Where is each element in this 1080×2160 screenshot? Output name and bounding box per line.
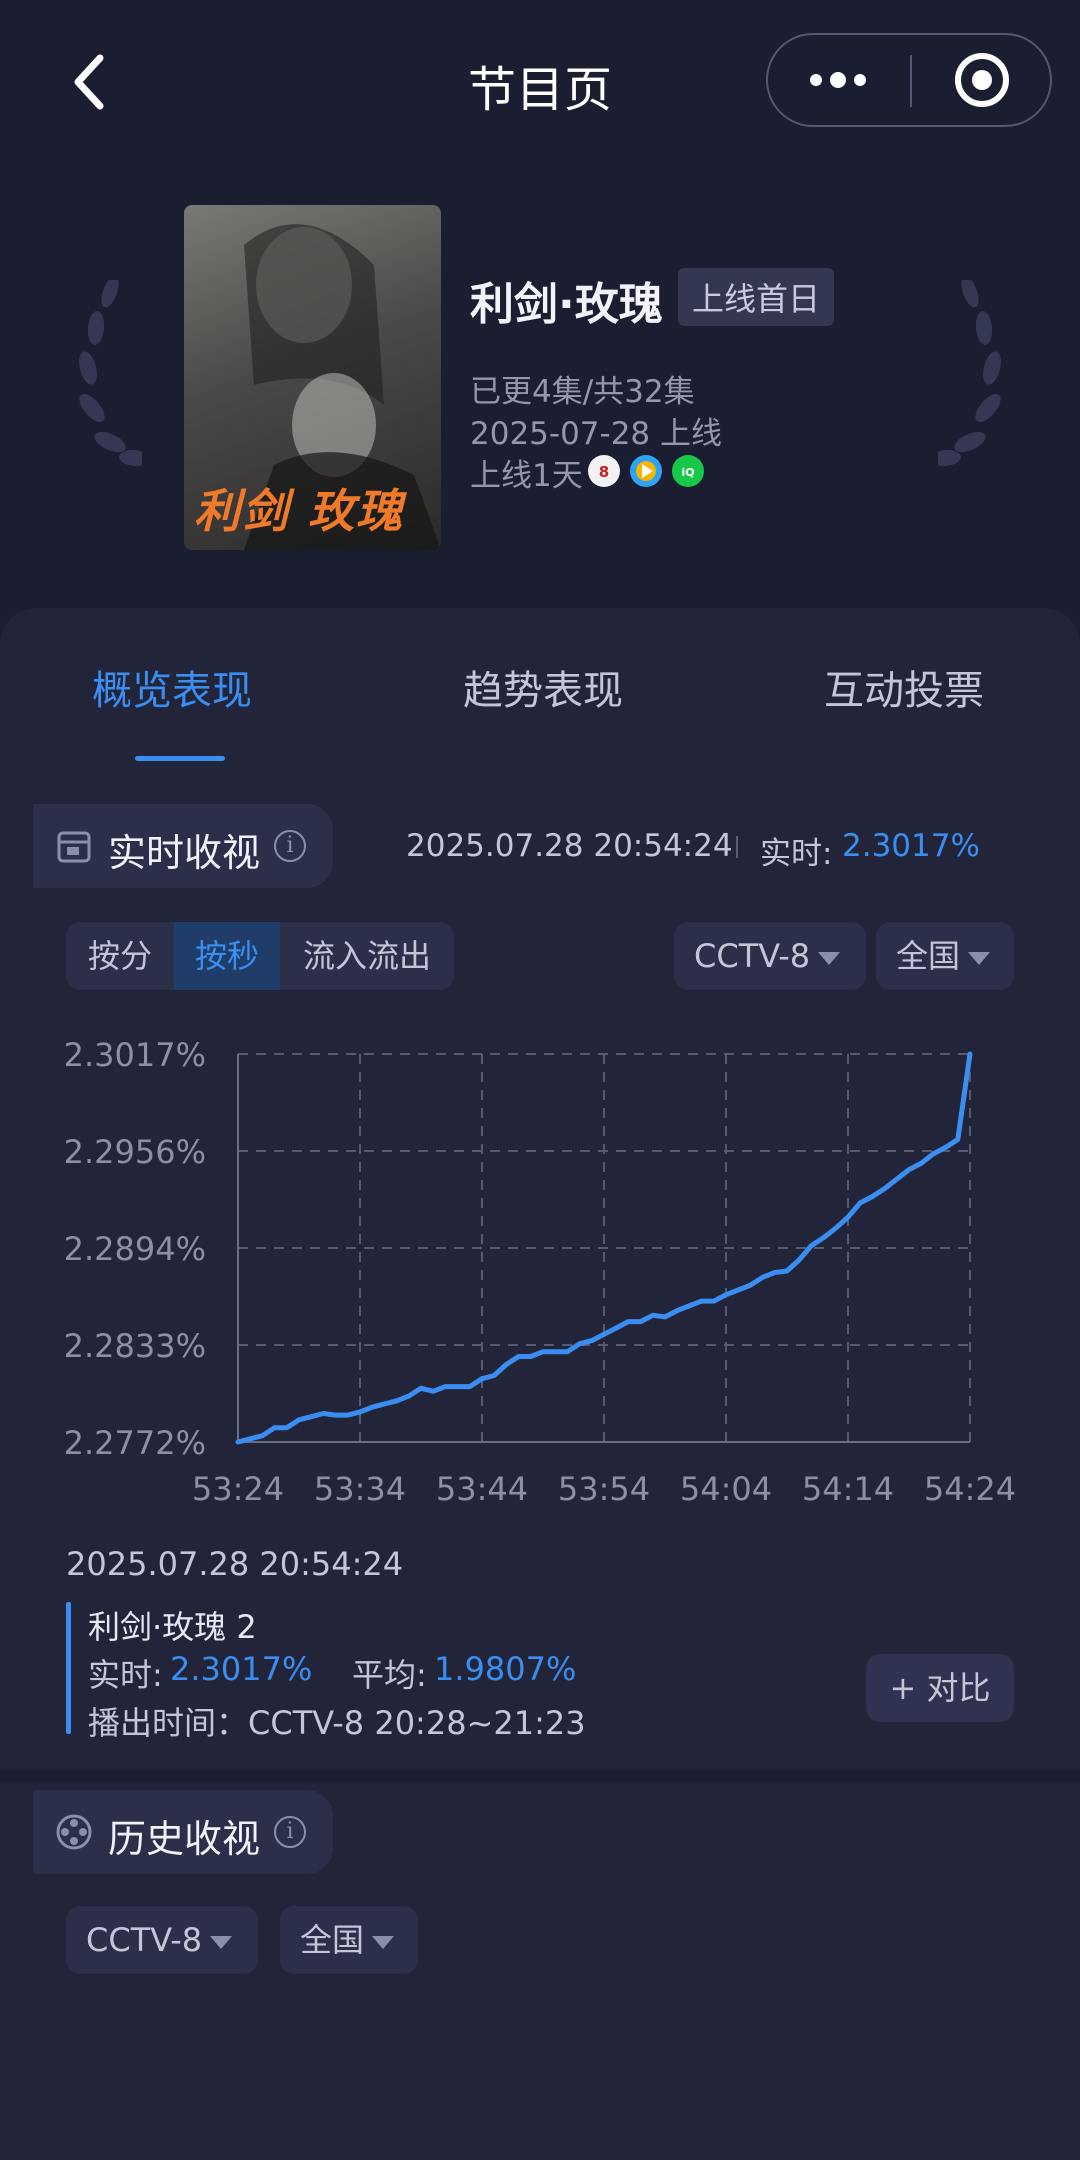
history-title: 历史收视 <box>108 1817 261 1861</box>
status-badge: 上线首日 <box>678 268 835 326</box>
episode-count: 已更4集/共32集 <box>470 374 695 410</box>
more-dots-icon <box>810 72 866 88</box>
online-days: 上线1天 <box>470 458 583 494</box>
x-tick-label: 53:44 <box>436 1470 528 1508</box>
caret-down-icon <box>968 951 991 965</box>
mini-program-capsule <box>766 33 1052 127</box>
target-close-icon <box>955 53 1009 107</box>
x-tick-label: 54:04 <box>680 1470 772 1508</box>
detail-avg-label: 平均: <box>352 1656 427 1694</box>
y-tick-label: 2.2833% <box>64 1327 206 1365</box>
segment-by-second[interactable]: 按秒 <box>174 922 280 990</box>
platform-logos: 8 iQ <box>588 454 718 490</box>
tab-overview[interactable]: 概览表现 <box>92 658 252 716</box>
history-channel-value: CCTV-8 <box>86 1921 203 1959</box>
y-tick-label: 2.2956% <box>64 1133 206 1171</box>
segment-flow[interactable]: 流入流出 <box>280 922 454 990</box>
series-name: 利剑·玫瑰 2 <box>88 1608 257 1646</box>
x-tick-label: 54:14 <box>802 1470 894 1508</box>
release-date: 2025-07-28 上线 <box>470 416 723 452</box>
history-region-dropdown[interactable]: 全国 <box>280 1906 418 1974</box>
show-poster[interactable]: 利剑 玫瑰 <box>184 205 441 550</box>
channel-dropdown[interactable]: CCTV-8 <box>674 922 866 990</box>
info-icon[interactable]: i <box>274 1816 306 1848</box>
realtime-value: 2.3017% <box>842 828 980 864</box>
film-reel-icon <box>56 1814 92 1850</box>
realtime-label: 实时: <box>760 836 833 872</box>
history-region-value: 全国 <box>300 1921 365 1959</box>
realtime-line-chart[interactable]: 2.3017% 2.2956% 2.2894% 2.2833% 2.2772% 53:24… <box>0 1010 1080 1510</box>
realtime-timestamp: 2025.07.28 20:54:24 <box>406 828 733 864</box>
show-title: 利剑·玫瑰 <box>470 279 663 330</box>
tab-trend[interactable]: 趋势表现 <box>463 658 623 716</box>
region-value: 全国 <box>896 937 961 975</box>
x-tick-label: 53:54 <box>558 1470 650 1508</box>
tencent-video-logo <box>630 455 662 487</box>
iqiyi-logo: iQ <box>672 455 704 487</box>
poster-title: 利剑 玫瑰 <box>194 484 405 538</box>
compare-button[interactable]: + 对比 <box>866 1654 1014 1722</box>
svg-text:8: 8 <box>599 463 609 481</box>
cctv8-logo: 8 <box>588 455 620 487</box>
detail-rt-value: 2.3017% <box>170 1650 313 1688</box>
close-button[interactable] <box>912 35 1052 125</box>
detail-avg-value: 1.9807% <box>434 1650 577 1688</box>
section-separator <box>0 1770 1080 1782</box>
y-tick-label: 2.2894% <box>64 1230 206 1268</box>
granularity-segmented-control: 按分 按秒 流入流出 <box>66 922 454 990</box>
calendar-icon <box>57 831 91 863</box>
channel-value: CCTV-8 <box>694 937 811 975</box>
laurel-left-icon <box>79 280 142 467</box>
more-button[interactable] <box>768 35 908 125</box>
y-tick-label: 2.3017% <box>64 1036 206 1074</box>
x-tick-label: 54:24 <box>924 1470 1016 1508</box>
series-color-bar <box>66 1602 71 1734</box>
info-icon[interactable]: i <box>274 830 306 862</box>
header-divider <box>736 836 738 858</box>
svg-text:iQ: iQ <box>681 466 694 479</box>
history-channel-dropdown[interactable]: CCTV-8 <box>66 1906 258 1974</box>
x-tick-label: 53:34 <box>314 1470 406 1508</box>
caret-down-icon <box>818 951 841 965</box>
laurel-right-icon <box>938 280 1001 467</box>
x-tick-label: 53:24 <box>192 1470 284 1508</box>
region-dropdown[interactable]: 全国 <box>876 922 1014 990</box>
tab-active-indicator <box>135 756 225 761</box>
caret-down-icon <box>210 1935 233 1949</box>
detail-rt-label: 实时: <box>88 1656 163 1694</box>
y-tick-label: 2.2772% <box>64 1424 206 1462</box>
realtime-title: 实时收视 <box>108 831 261 875</box>
detail-timestamp: 2025.07.28 20:54:24 <box>66 1545 404 1583</box>
caret-down-icon <box>372 1935 395 1949</box>
tab-vote[interactable]: 互动投票 <box>824 658 984 716</box>
segment-by-minute[interactable]: 按分 <box>66 922 174 990</box>
detail-airtime: 播出时间：CCTV-8 20:28~21:23 <box>88 1704 586 1742</box>
